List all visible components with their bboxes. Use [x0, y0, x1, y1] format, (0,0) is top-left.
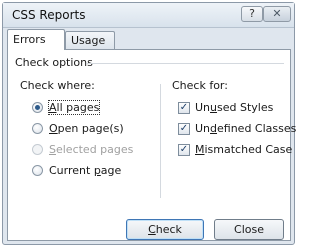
undefined-classes-label: Undefined Classes [195, 122, 297, 135]
radio-button[interactable] [32, 123, 43, 134]
checkbox-checked[interactable]: ✓ [178, 123, 190, 135]
current-page-label: Current page [49, 164, 122, 177]
radio-button-selected[interactable] [32, 102, 43, 113]
unused-styles-label: Unused Styles [195, 101, 274, 114]
check-where-label: Check where: [20, 79, 95, 92]
selected-pages-label: Selected pages [49, 143, 134, 156]
dialog-title: CSS Reports [12, 8, 86, 22]
close-button[interactable]: Close [214, 219, 284, 240]
close-window-button[interactable]: ✕ [263, 6, 291, 22]
all-pages-label: All pages [47, 100, 101, 115]
check-options-label: Check options [15, 56, 93, 69]
check-for-label: Check for: [172, 79, 228, 92]
group-divider [86, 63, 284, 64]
radio-button-disabled [32, 144, 43, 155]
help-button[interactable]: ? [241, 6, 263, 22]
title-bar[interactable]: CSS Reports ? ✕ [3, 3, 294, 28]
checkbox-checked[interactable]: ✓ [178, 144, 190, 156]
check-button[interactable]: Check [126, 219, 204, 240]
open-pages-label: Open page(s) [49, 122, 124, 135]
errors-panel: Check options Check where: Check for: Al… [7, 49, 296, 241]
checkbox-checked[interactable]: ✓ [178, 102, 190, 114]
radio-button[interactable] [32, 165, 43, 176]
tab-usage[interactable]: Usage [65, 31, 115, 49]
column-divider [160, 84, 161, 198]
css-reports-dialog: CSS Reports ? ✕ Errors Usage Check optio… [2, 2, 296, 245]
tab-errors[interactable]: Errors [7, 29, 65, 50]
mismatched-case-label: Mismatched Case [195, 143, 293, 156]
